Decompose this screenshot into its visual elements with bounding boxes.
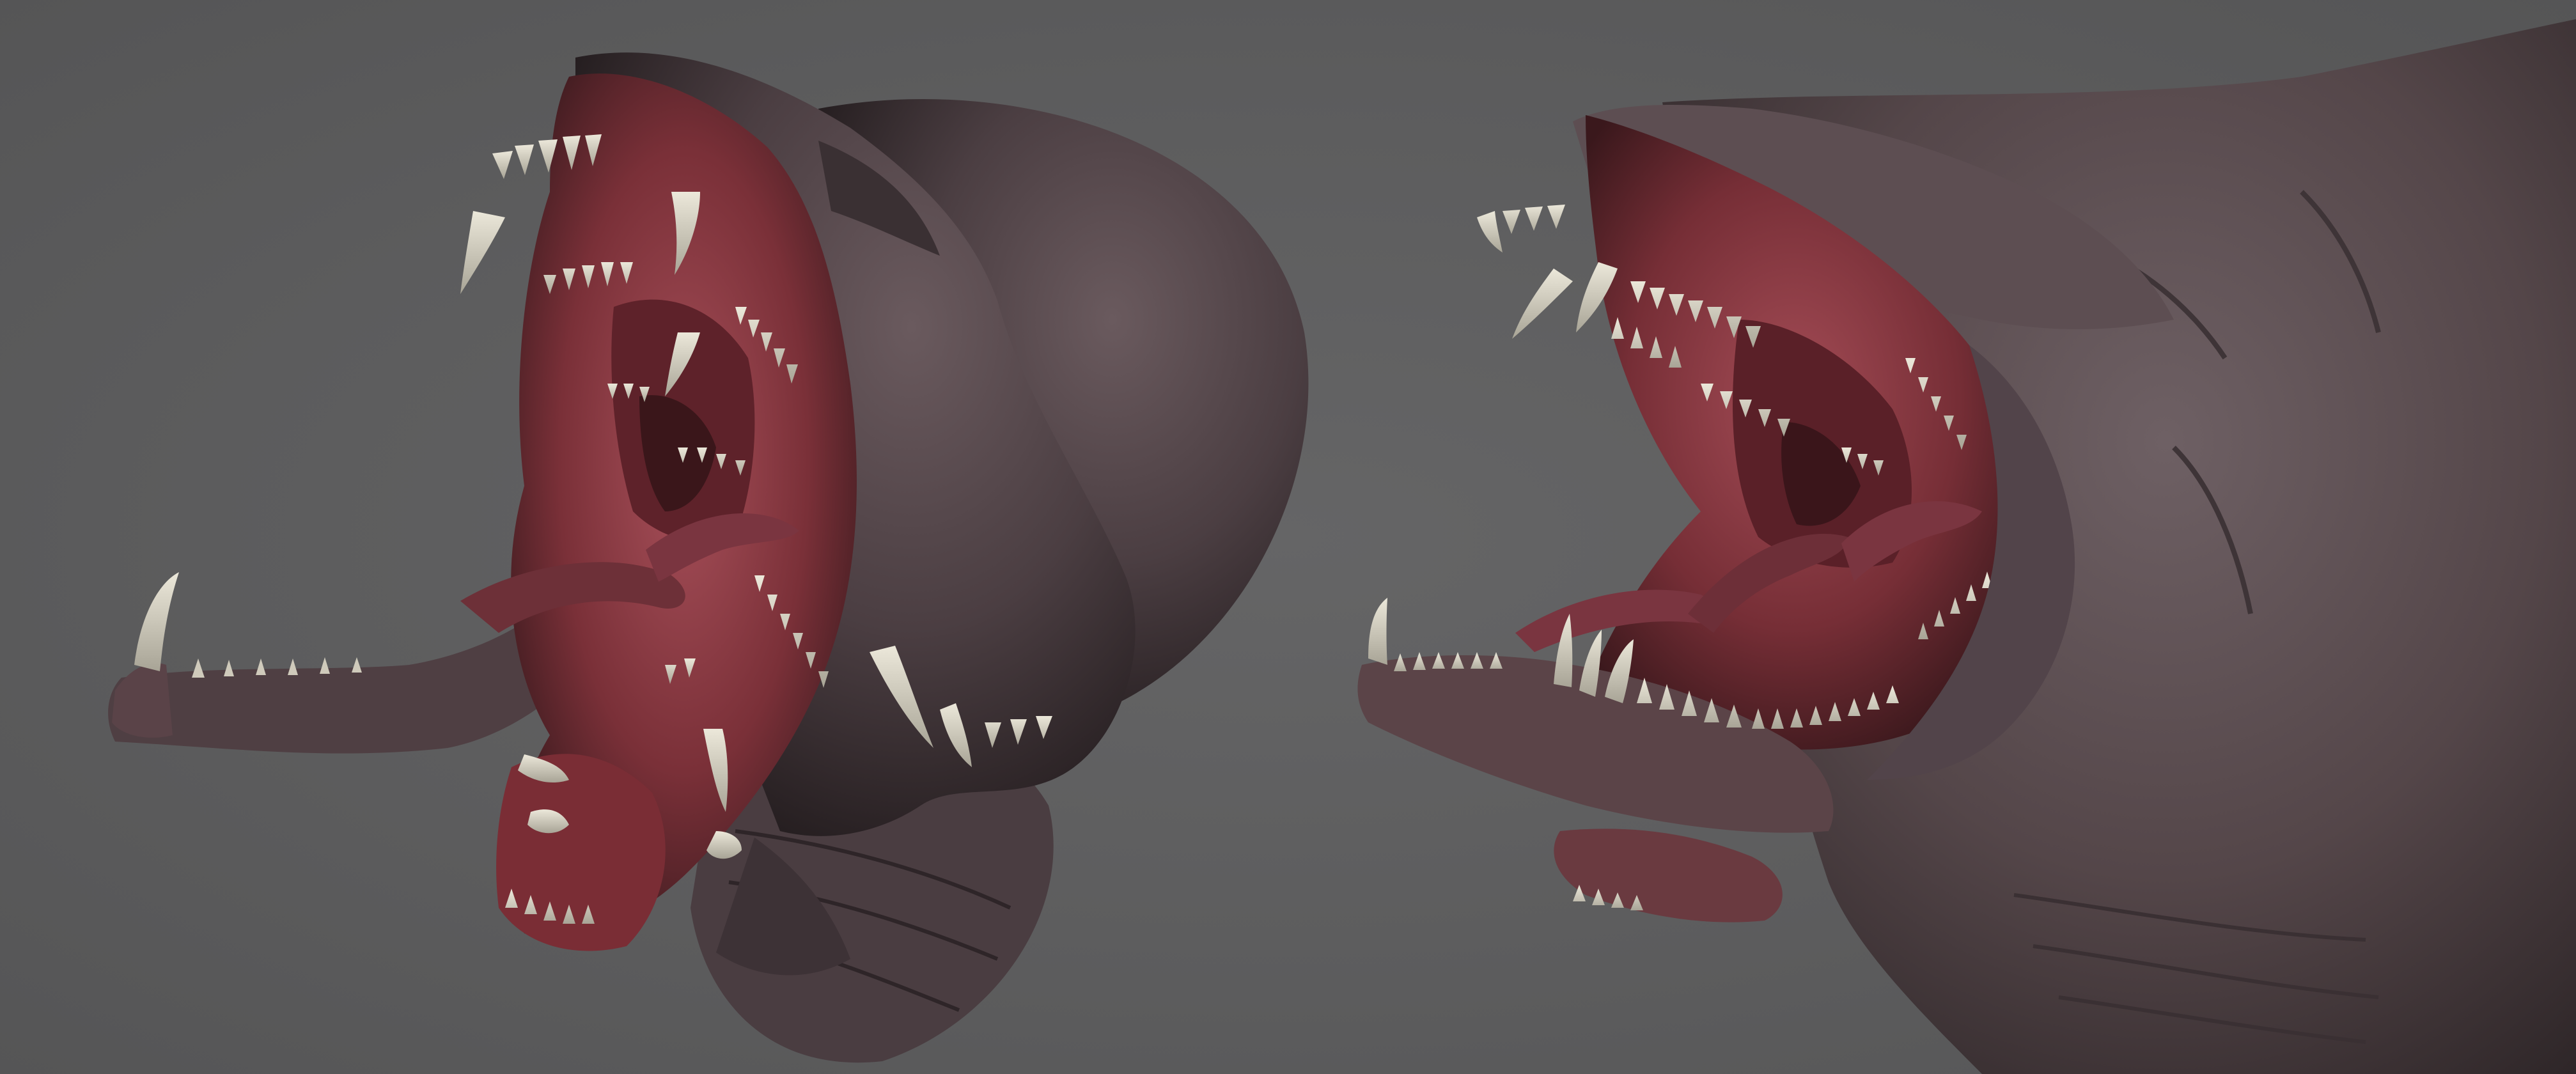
creature-render-left [108, 52, 1309, 1063]
creature-render-right [1357, 19, 2576, 1074]
sculpt-viewport [0, 0, 2576, 1074]
creature-view-right [1343, 0, 2576, 1074]
creature-view-left [0, 0, 1343, 1074]
